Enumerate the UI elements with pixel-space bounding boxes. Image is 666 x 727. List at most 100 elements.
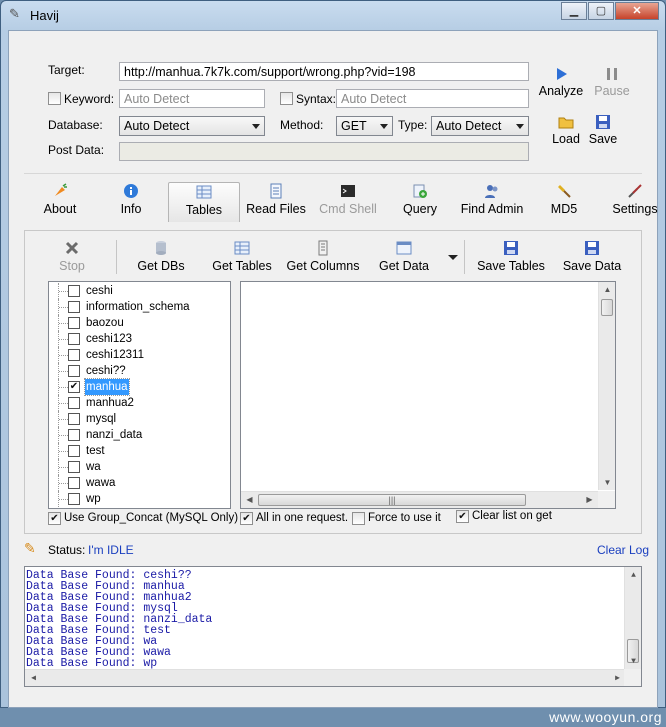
get-columns-button[interactable]: Get Columns — [284, 240, 362, 273]
database-checkbox[interactable] — [68, 429, 80, 441]
database-tree-item[interactable]: nanzi_data — [49, 427, 230, 443]
target-input[interactable]: http://manhua.7k7k.com/support/wrong.php… — [119, 62, 529, 81]
pause-button[interactable]: Pause — [592, 66, 632, 98]
tab-find-admin[interactable]: Find Admin — [456, 182, 528, 222]
tab-md5[interactable]: MD5 — [546, 182, 582, 222]
get-dbs-button[interactable]: Get DBs — [134, 240, 188, 273]
database-tree-item[interactable]: ceshi12311 — [49, 347, 230, 363]
type-select[interactable]: Auto Detect — [431, 116, 529, 136]
load-button[interactable]: Load — [548, 114, 584, 146]
toolbar-separator — [464, 240, 465, 274]
tab-about[interactable]: About — [38, 182, 82, 222]
status-value: I'm IDLE — [88, 543, 134, 557]
status-label: Status: — [48, 543, 86, 557]
database-tree-item[interactable]: information_schema — [49, 299, 230, 315]
window-title: Havij — [30, 8, 59, 23]
method-select[interactable]: GET — [336, 116, 393, 136]
database-checkbox[interactable] — [68, 301, 80, 313]
minimize-button[interactable]: ▁ — [561, 2, 587, 20]
database-select[interactable]: Auto Detect — [119, 116, 265, 136]
save-tables-button[interactable]: Save Tables — [474, 240, 548, 273]
database-checkbox[interactable] — [68, 285, 80, 297]
database-tree-item[interactable]: wawa — [49, 475, 230, 491]
database-tree-item[interactable]: test — [49, 443, 230, 459]
get-data-button[interactable]: Get Data — [376, 240, 432, 273]
database-tree-item[interactable]: wa — [49, 459, 230, 475]
scroll-up-icon[interactable]: ▲ — [599, 285, 616, 294]
database-tree-item[interactable]: ceshi — [49, 283, 230, 299]
database-checkbox[interactable] — [68, 461, 80, 473]
database-tree-item[interactable]: manhua — [49, 378, 230, 396]
terminal-icon — [341, 185, 355, 197]
maximize-button[interactable]: ▢ — [588, 2, 614, 20]
watermark: www.wooyun.org — [549, 709, 662, 725]
all-in-one-checkbox[interactable] — [240, 512, 253, 525]
database-checkbox[interactable] — [68, 413, 80, 425]
scroll-down-icon[interactable]: ▼ — [599, 478, 616, 487]
keyword-checkbox[interactable] — [48, 92, 61, 105]
database-name: ceshi12311 — [86, 349, 144, 361]
force-label: Force to use it — [368, 512, 441, 524]
database-checkbox[interactable] — [68, 349, 80, 361]
all-in-one-label: All in one request. — [256, 512, 349, 524]
database-checkbox[interactable] — [68, 477, 80, 489]
close-button[interactable]: ✕ — [615, 2, 659, 20]
tab-query[interactable]: Query — [400, 182, 440, 222]
force-checkbox[interactable] — [352, 512, 365, 525]
database-tree-item[interactable]: wp — [49, 491, 230, 507]
syntax-input[interactable]: Auto Detect — [336, 89, 529, 108]
tab-cmd-shell[interactable]: Cmd Shell — [316, 182, 380, 222]
database-checkbox[interactable] — [68, 365, 80, 377]
database-checkbox[interactable] — [68, 333, 80, 345]
log-vertical-scrollbar[interactable]: ▲ ▼ — [624, 567, 641, 670]
database-tree-item[interactable]: ceshi?? — [49, 363, 230, 379]
group-concat-checkbox[interactable] — [48, 512, 61, 525]
scroll-left-icon[interactable]: ◀ — [241, 495, 258, 504]
clear-log-link[interactable]: Clear Log — [597, 543, 649, 557]
table-icon — [234, 241, 250, 255]
database-tree-item[interactable]: mysql — [49, 411, 230, 427]
get-columns-label: Get Columns — [286, 259, 360, 273]
database-checkbox[interactable] — [68, 445, 80, 457]
tree-line — [59, 483, 68, 484]
get-data-dropdown-arrow[interactable] — [448, 255, 458, 260]
save-data-button[interactable]: Save Data — [560, 240, 624, 273]
horizontal-scrollbar[interactable]: ◀ ||| ▶ — [241, 491, 598, 508]
keyword-input[interactable]: Auto Detect — [119, 89, 265, 108]
database-tree-item[interactable]: ceshi123 — [49, 331, 230, 347]
tab-settings-label: Settings — [612, 202, 658, 216]
database-checkbox[interactable] — [68, 317, 80, 329]
scroll-thumb[interactable]: ||| — [258, 494, 526, 506]
stop-button[interactable]: Stop — [54, 240, 90, 273]
save-button[interactable]: Save — [586, 114, 620, 146]
syntax-checkbox[interactable] — [280, 92, 293, 105]
tree-line — [59, 387, 68, 388]
database-tree-item[interactable]: manhua2 — [49, 395, 230, 411]
chevron-down-icon — [516, 124, 524, 129]
database-tree[interactable]: ceshi information_schemabaozou ceshi123 ces… — [48, 281, 231, 509]
database-checkbox[interactable] — [68, 493, 80, 505]
database-checkbox[interactable] — [68, 397, 80, 409]
vertical-scrollbar[interactable]: ▲ ▼ — [598, 282, 615, 490]
get-tables-button[interactable]: Get Tables — [208, 240, 276, 273]
clear-list-checkbox[interactable] — [456, 510, 469, 523]
floppy-disk-icon — [596, 115, 610, 129]
log-horizontal-scrollbar[interactable]: ◀ ▶ — [25, 669, 626, 686]
log-output[interactable]: Data Base Found: ceshi?? Data Base Found:… — [24, 566, 642, 687]
scroll-thumb[interactable] — [601, 299, 613, 316]
table-column-tree[interactable]: ▲ ▼ ◀ ||| ▶ — [240, 281, 616, 509]
database-name: baozou — [86, 317, 124, 329]
scroll-up-icon[interactable]: ▲ — [625, 570, 642, 581]
tab-read-files[interactable]: Read Files — [244, 182, 308, 222]
database-tree-item[interactable]: baozou — [49, 315, 230, 331]
scroll-left-icon[interactable]: ◀ — [25, 673, 42, 684]
analyze-button[interactable]: Analyze — [538, 66, 584, 98]
tab-tables[interactable]: Tables — [168, 182, 240, 222]
database-icon — [156, 241, 166, 255]
database-checkbox[interactable] — [68, 381, 80, 393]
post-data-input[interactable] — [119, 142, 529, 161]
tab-settings[interactable]: Settings — [610, 182, 660, 222]
tab-info[interactable]: Info — [116, 182, 146, 222]
scroll-right-icon[interactable]: ▶ — [581, 495, 598, 504]
scroll-down-icon[interactable]: ▼ — [625, 656, 642, 667]
